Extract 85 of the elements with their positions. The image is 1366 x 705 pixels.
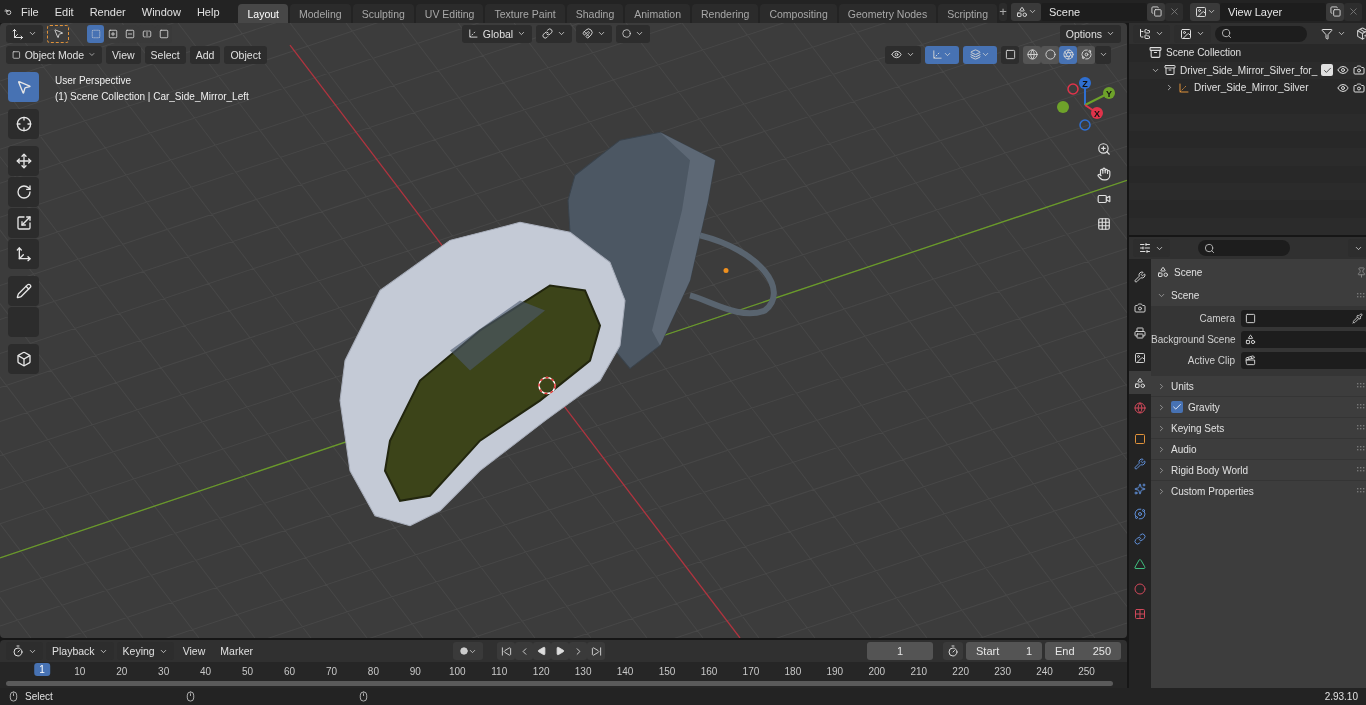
timeline-menu[interactable]: Marker xyxy=(214,642,259,660)
frame-number: 60 xyxy=(283,666,296,677)
panel-title[interactable]: Custom Properties xyxy=(1171,485,1353,497)
workspace-tab[interactable]: Rendering xyxy=(692,4,759,23)
frame-number: 50 xyxy=(242,666,254,677)
frame-number: 40 xyxy=(200,666,212,677)
workspace-tab[interactable]: UV Editing xyxy=(415,4,484,23)
axis-label: Z xyxy=(1082,78,1088,89)
panel-title[interactable]: Rigid Body World xyxy=(1171,464,1353,476)
panel-title[interactable]: Audio xyxy=(1171,443,1353,455)
timeline-menu-dropdown[interactable]: Playback xyxy=(46,642,114,660)
status-hint: Select xyxy=(25,691,53,702)
header-menu[interactable]: Add xyxy=(189,45,221,64)
mode-dropdown[interactable]: Object Mode xyxy=(6,45,102,64)
add-workspace-button[interactable]: + xyxy=(999,2,1007,21)
timeline-menu-dropdown[interactable]: Keying xyxy=(116,642,174,660)
frame-number: 160 xyxy=(700,666,718,677)
view-layer-field[interactable]: View Layer xyxy=(1220,2,1326,21)
workspace-tab[interactable]: Shading xyxy=(566,4,624,23)
frame-number: 10 xyxy=(74,666,86,677)
field-label: End xyxy=(1055,645,1075,657)
transform-orientation-dropdown[interactable]: Global xyxy=(462,24,532,43)
workspace-tab[interactable]: Geometry Nodes xyxy=(838,4,937,23)
outliner-item[interactable]: Driver_Side_Mirror_Silver_for_ xyxy=(1180,64,1318,76)
workspace-tab[interactable]: Scripting xyxy=(938,4,998,23)
end-frame-field[interactable]: End 250 xyxy=(1045,642,1121,660)
panel-title[interactable]: Scene xyxy=(1171,290,1353,301)
start-frame-field[interactable]: Start 1 xyxy=(966,642,1042,660)
frame-number: 80 xyxy=(367,666,379,677)
menu-item[interactable]: Window xyxy=(134,5,188,18)
frame-number: 180 xyxy=(784,666,802,677)
header-menu[interactable]: Object xyxy=(224,45,267,64)
frame-number: 130 xyxy=(574,666,592,677)
field-label: Active Clip xyxy=(1186,355,1235,366)
navigation-gizmo[interactable]: Z Y X xyxy=(1055,75,1121,135)
frame-number: 90 xyxy=(409,666,421,677)
timeline-menu[interactable]: View xyxy=(176,642,212,660)
field-value: 1 xyxy=(1025,645,1032,657)
workspace-tab[interactable]: Sculpting xyxy=(352,4,414,23)
menu-item[interactable]: Render xyxy=(82,5,133,18)
frame-number: 110 xyxy=(491,666,508,677)
frame-number: 140 xyxy=(616,666,634,677)
frame-number: 220 xyxy=(952,666,970,677)
header-menu[interactable]: View xyxy=(106,45,141,64)
field-label: Background Scene xyxy=(1151,334,1235,345)
menu-item[interactable]: File xyxy=(13,5,46,18)
scene-name-field[interactable]: Scene xyxy=(1041,2,1147,21)
workspace-tab[interactable]: Animation xyxy=(625,4,690,23)
options-dropdown[interactable]: Options xyxy=(1059,24,1121,43)
viewport-info-text: User Perspective xyxy=(55,75,133,86)
workspace-tab[interactable]: Compositing xyxy=(760,4,837,23)
frame-number: 200 xyxy=(868,666,886,677)
field-label: Camera xyxy=(1198,313,1235,324)
frame-number: 250 xyxy=(1078,666,1095,677)
header-menu[interactable]: Select xyxy=(144,45,186,64)
frame-number: 240 xyxy=(1036,666,1053,677)
version-text: 2.93.10 xyxy=(1324,691,1358,702)
frame-number: 210 xyxy=(910,666,928,677)
panel-title[interactable]: Gravity xyxy=(1188,401,1353,413)
panel-title[interactable]: Keying Sets xyxy=(1171,422,1353,434)
playhead[interactable]: 1 xyxy=(34,663,50,676)
viewport-info-text: (1) Scene Collection | Car_Side_Mirror_Left xyxy=(55,91,249,102)
frame-number: 120 xyxy=(532,666,550,677)
frame-number: 230 xyxy=(994,666,1011,677)
frame-number: 30 xyxy=(158,666,170,677)
workspace-tab[interactable]: Texture Paint xyxy=(485,4,565,23)
axis-label: Y xyxy=(1106,88,1112,99)
frame-number: 70 xyxy=(325,666,337,677)
outliner-item[interactable]: Driver_Side_Mirror_Silver xyxy=(1194,82,1334,94)
frame-number: 20 xyxy=(116,666,128,677)
frame-number: 190 xyxy=(826,666,844,677)
frame-number: 100 xyxy=(448,666,466,677)
frame-number: 170 xyxy=(742,666,760,677)
axis-label: X xyxy=(1094,108,1100,119)
field-value: 250 xyxy=(1092,645,1111,657)
current-frame-field[interactable]: 1 xyxy=(867,642,933,660)
panel-title[interactable]: Units xyxy=(1171,380,1353,392)
menu-item[interactable]: Edit xyxy=(47,5,81,18)
field-label: Start xyxy=(976,645,1000,657)
context-title: Scene xyxy=(1174,266,1204,278)
workspace-tab[interactable]: Layout xyxy=(238,4,288,23)
workspace-tab[interactable]: Modeling xyxy=(290,4,351,23)
outliner-item[interactable]: Scene Collection xyxy=(1166,47,1366,59)
menu-item[interactable]: Help xyxy=(189,5,227,18)
frame-number: 150 xyxy=(658,666,676,677)
